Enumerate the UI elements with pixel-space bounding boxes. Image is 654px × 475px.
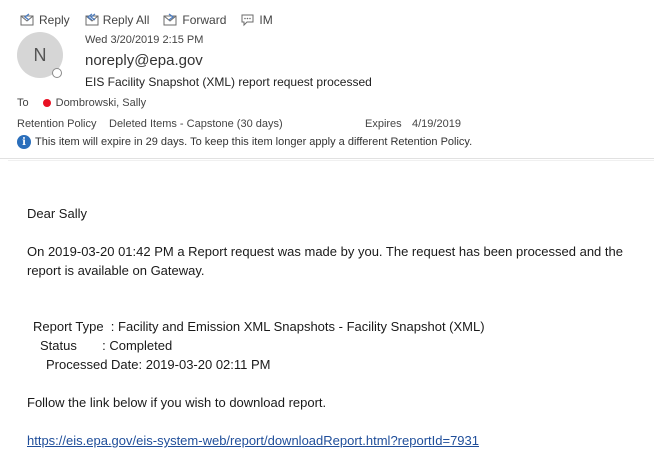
presence-status-icon: [52, 68, 62, 78]
report-type-line: Report Type : Facility and Emission XML …: [33, 319, 485, 334]
header-divider: [0, 158, 654, 159]
forward-label: Forward: [182, 13, 227, 27]
body-paragraph-line-1: On 2019-03-20 01:42 PM a Report request …: [27, 244, 623, 259]
avatar-initial: N: [33, 44, 47, 65]
to-row: To Dombrowski, Sally: [17, 97, 146, 109]
retention-info-text: This item will expire in 29 days. To kee…: [35, 136, 473, 148]
reply-icon: [20, 13, 34, 26]
retention-info-bar: i This item will expire in 29 days. To k…: [17, 135, 472, 149]
header-divider-shadow: [8, 160, 654, 161]
im-label: IM: [259, 13, 273, 27]
retention-policy-value: Deleted Items - Capstone (30 days): [109, 118, 283, 130]
expires-label: Expires: [365, 118, 402, 130]
download-instruction: Follow the link below if you wish to dow…: [27, 395, 327, 410]
reply-all-icon: [85, 13, 99, 26]
reply-label: Reply: [39, 13, 70, 27]
reply-button[interactable]: Reply: [20, 13, 70, 27]
status-line: Status : Completed: [40, 338, 173, 353]
recipient-presence-icon: [42, 99, 51, 107]
body-paragraph-line-2: report is available on Gateway.: [27, 263, 205, 278]
forward-button[interactable]: Forward: [163, 13, 226, 27]
recipient-name[interactable]: Dombrowski, Sally: [56, 97, 146, 109]
reply-all-button[interactable]: Reply All: [84, 13, 150, 27]
message-subject: EIS Facility Snapshot (XML) report reque…: [85, 75, 372, 89]
expires-value: 4/19/2019: [412, 118, 461, 130]
message-date: Wed 3/20/2019 2:15 PM: [85, 34, 204, 46]
greeting: Dear Sally: [27, 206, 87, 221]
forward-icon: [163, 13, 177, 26]
retention-policy-label: Retention Policy: [17, 118, 97, 130]
reply-all-label: Reply All: [102, 13, 150, 27]
sender-address[interactable]: noreply@epa.gov: [85, 52, 203, 69]
processed-date-line: Processed Date: 2019-03-20 02:11 PM: [46, 357, 271, 372]
chat-bubble-icon: [241, 14, 254, 27]
message-toolbar: Reply Reply All Forward IM: [20, 11, 287, 29]
download-report-link[interactable]: https://eis.epa.gov/eis-system-web/repor…: [27, 431, 479, 450]
info-icon: i: [17, 135, 31, 149]
im-button[interactable]: IM: [240, 13, 273, 27]
to-label: To: [17, 97, 29, 109]
